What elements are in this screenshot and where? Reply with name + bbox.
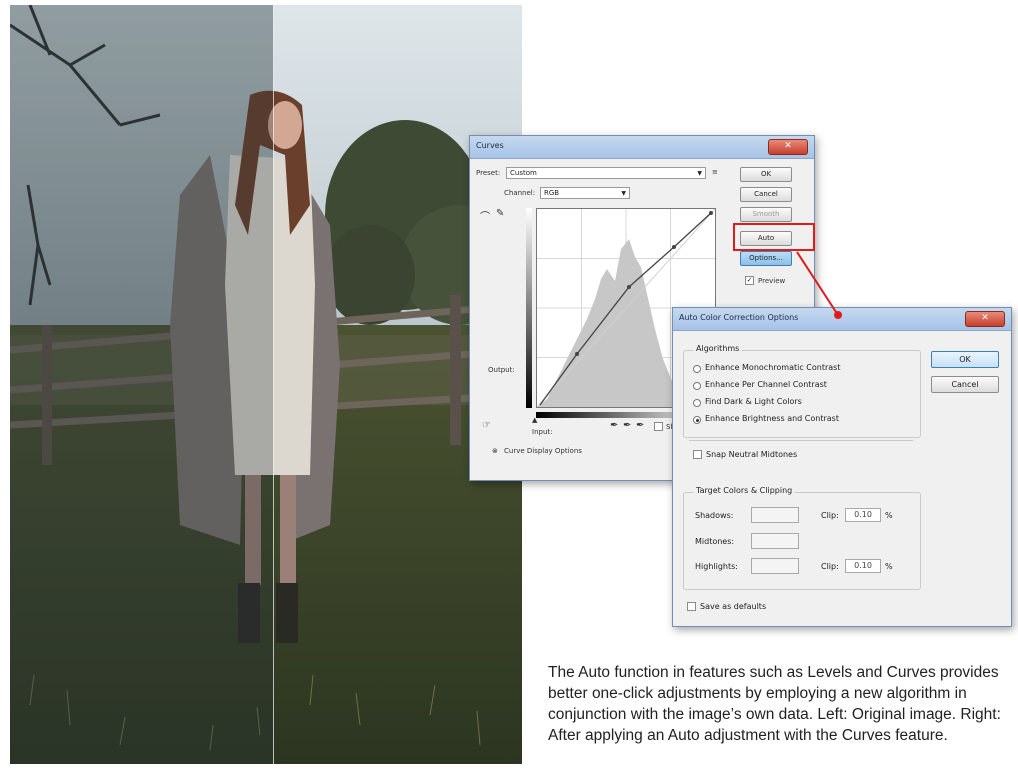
highlight-clip-percent: % — [885, 562, 893, 571]
auto-button-highlight — [733, 223, 815, 251]
before-after-divider — [273, 5, 274, 764]
midtones-swatch[interactable] — [751, 533, 799, 549]
output-label: Output: — [488, 366, 515, 374]
shadows-label: Shadows: — [695, 511, 734, 520]
channel-label: Channel: — [504, 189, 536, 197]
midtones-label: Midtones: — [695, 537, 735, 546]
algorithm-label-1: Enhance Per Channel Contrast — [705, 380, 827, 389]
options-button[interactable]: Options... — [740, 251, 792, 266]
acco-title: Auto Color Correction Options — [679, 313, 799, 322]
close-icon[interactable]: ✕ — [965, 311, 1005, 327]
algorithm-radio-2[interactable] — [693, 399, 701, 407]
input-label: Input: — [532, 428, 553, 436]
curve-point[interactable] — [575, 352, 579, 356]
preset-select[interactable]: Custom ▼ — [506, 167, 706, 179]
algorithm-radio-0[interactable] — [693, 365, 701, 373]
expand-icon[interactable]: ⊗ — [492, 447, 498, 455]
smooth-button[interactable]: Smooth — [740, 207, 792, 222]
algorithm-label-2: Find Dark & Light Colors — [705, 397, 802, 406]
curves-ok-button[interactable]: OK — [740, 167, 792, 182]
algorithm-label-0: Enhance Monochromatic Contrast — [705, 363, 841, 372]
shadow-clip-input[interactable]: 0.10 — [845, 508, 881, 522]
preview-label: Preview — [758, 277, 786, 285]
chevron-down-icon: ▼ — [697, 170, 702, 177]
auto-color-correction-dialog: Auto Color Correction Options ✕ Algorith… — [672, 307, 1012, 627]
save-defaults-checkbox[interactable] — [687, 602, 696, 611]
highlight-clip-label: Clip: — [821, 562, 839, 571]
preset-options-icon[interactable]: ≡ — [712, 168, 718, 176]
preset-label: Preset: — [476, 169, 501, 177]
channel-value: RGB — [544, 189, 560, 197]
highlights-swatch[interactable] — [751, 558, 799, 574]
highlights-label: Highlights: — [695, 562, 738, 571]
black-point-slider-icon[interactable]: ▲ — [532, 416, 537, 424]
snap-neutral-checkbox[interactable] — [693, 450, 702, 459]
snap-neutral-label: Snap Neutral Midtones — [706, 450, 798, 459]
algorithms-title: Algorithms — [693, 344, 743, 353]
channel-select[interactable]: RGB ▼ — [540, 187, 630, 199]
curves-cancel-button[interactable]: Cancel — [740, 187, 792, 202]
pencil-icon[interactable]: ✎ — [496, 208, 504, 219]
photo-illustration — [10, 5, 522, 764]
curve-point[interactable] — [709, 211, 713, 215]
algorithm-radio-1[interactable] — [693, 382, 701, 390]
hand-tool-icon[interactable]: ☞ — [482, 420, 491, 431]
white-eyedropper-icon[interactable]: ✒ — [636, 420, 644, 431]
curves-title: Curves — [476, 141, 504, 150]
target-colors-title: Target Colors & Clipping — [693, 486, 796, 495]
curve-tool-icon[interactable]: ⌒ — [480, 208, 490, 223]
acco-titlebar[interactable]: Auto Color Correction Options ✕ — [673, 308, 1011, 331]
preview-checkbox[interactable]: ✓ — [745, 276, 754, 285]
curves-titlebar[interactable]: Curves ✕ — [470, 136, 814, 159]
output-gradient-bar — [526, 208, 532, 408]
algorithm-label-3: Enhance Brightness and Contrast — [705, 414, 839, 423]
show-clipping-checkbox[interactable] — [654, 422, 663, 431]
divider — [689, 440, 913, 441]
algorithm-radio-3[interactable] — [693, 416, 701, 424]
before-after-photo — [10, 5, 522, 764]
curve-point[interactable] — [627, 285, 631, 289]
figure-caption: The Auto function in features such as Le… — [548, 664, 1001, 744]
highlight-clip-input[interactable]: 0.10 — [845, 559, 881, 573]
black-eyedropper-icon[interactable]: ✒ — [610, 420, 618, 431]
gray-eyedropper-icon[interactable]: ✒ — [623, 420, 631, 431]
shadows-swatch[interactable] — [751, 507, 799, 523]
close-icon[interactable]: ✕ — [768, 139, 808, 155]
curve-point[interactable] — [672, 245, 676, 249]
preset-value: Custom — [510, 169, 537, 177]
save-defaults-label: Save as defaults — [700, 602, 767, 611]
chevron-down-icon: ▼ — [621, 190, 626, 197]
acco-ok-button[interactable]: OK — [931, 351, 999, 368]
acco-cancel-button[interactable]: Cancel — [931, 376, 999, 393]
shadow-clip-label: Clip: — [821, 511, 839, 520]
shadow-clip-percent: % — [885, 511, 893, 520]
curve-display-options-label[interactable]: Curve Display Options — [504, 447, 582, 455]
